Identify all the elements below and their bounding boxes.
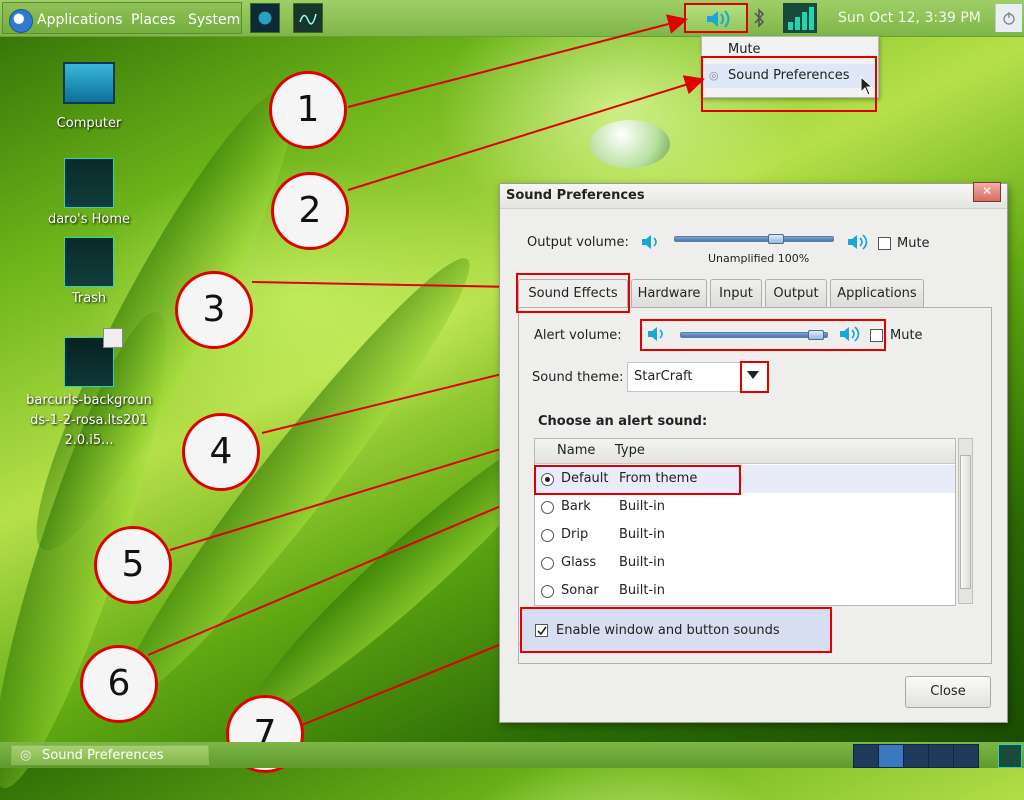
arrow-2 <box>347 75 705 191</box>
callout-4: 4 <box>182 413 260 491</box>
volume-high-icon <box>848 234 868 250</box>
arrow-6 <box>147 489 538 656</box>
alert-sound-radio[interactable] <box>541 585 554 598</box>
tab-input[interactable]: Input <box>710 279 762 307</box>
alert-sound-type: Built-in <box>619 555 666 570</box>
window-close-icon[interactable]: ✕ <box>973 182 1001 202</box>
annotation-box-default-sound <box>534 465 741 495</box>
callout-2: 2 <box>271 172 349 250</box>
annotation-box-sound-effects-tab <box>516 273 630 313</box>
alert-sound-name: Drip <box>561 527 589 542</box>
column-header-type[interactable]: Type <box>615 439 645 463</box>
alert-sound-radio[interactable] <box>541 501 554 514</box>
workspace-3[interactable] <box>903 744 929 768</box>
bottom-panel: ◎ Sound Preferences <box>0 742 1024 768</box>
annotation-box-enable-sounds <box>520 607 832 653</box>
show-desktop-icon[interactable] <box>998 744 1022 768</box>
output-volume-label: Output volume: <box>527 235 629 250</box>
output-volume-slider[interactable] <box>768 234 784 244</box>
alert-sound-type: Built-in <box>619 499 666 514</box>
output-volume-track <box>674 236 834 242</box>
sound-theme-label: Sound theme: <box>532 370 624 385</box>
alert-sound-list: Name Type Default From theme Bark Built-in D… <box>534 438 956 606</box>
output-mute-checkbox[interactable] <box>878 237 891 250</box>
workspace-4[interactable] <box>928 744 954 768</box>
output-mute-label: Mute <box>897 236 930 251</box>
alert-mute-label: Mute <box>890 328 923 343</box>
tab-hardware[interactable]: Hardware <box>631 279 707 307</box>
output-scale-caption: Unamplified 100% <box>708 252 810 265</box>
window-title: Sound Preferences <box>506 188 645 203</box>
alert-volume-label: Alert volume: <box>534 328 622 343</box>
taskbar-item-sound-preferences[interactable]: ◎ Sound Preferences <box>11 745 209 765</box>
close-button[interactable]: Close <box>905 676 991 708</box>
annotation-box-theme-dropdown <box>740 361 769 393</box>
choose-alert-heading: Choose an alert sound: <box>538 414 708 429</box>
arrow-7 <box>296 632 525 728</box>
alert-sound-radio[interactable] <box>541 529 554 542</box>
arrow-1 <box>347 14 688 108</box>
workspace-5[interactable] <box>953 744 979 768</box>
column-header-name[interactable]: Name <box>557 439 595 463</box>
sound-theme-value: StarCraft <box>634 369 693 384</box>
workspace-1[interactable] <box>853 744 879 768</box>
list-scrollbar[interactable] <box>958 438 973 604</box>
alert-sound-row[interactable]: Drip Built-in <box>535 521 955 549</box>
alert-sound-row[interactable]: Bark Built-in <box>535 493 955 521</box>
callout-1: 1 <box>269 71 347 149</box>
tab-output[interactable]: Output <box>765 279 827 307</box>
workspace-2[interactable] <box>878 744 904 768</box>
volume-low-icon <box>642 235 657 249</box>
alert-sound-name: Glass <box>561 555 597 570</box>
alert-sound-row[interactable]: Sonar Built-in <box>535 577 955 605</box>
scrollbar-thumb[interactable] <box>960 455 971 589</box>
annotation-box-alert-volume <box>640 319 886 351</box>
taskbar-app-icon: ◎ <box>20 748 32 763</box>
callout-3: 3 <box>175 271 253 349</box>
annotation-box-volume-tray <box>684 3 748 33</box>
list-header-row <box>535 439 955 464</box>
alert-sound-type: Built-in <box>619 583 666 598</box>
callout-6: 6 <box>80 645 158 723</box>
alert-sound-row[interactable]: Glass Built-in <box>535 549 955 577</box>
arrow-3 <box>251 276 520 297</box>
tab-applications[interactable]: Applications <box>830 279 924 307</box>
callout-5: 5 <box>94 526 172 604</box>
alert-sound-name: Bark <box>561 499 591 514</box>
window-titlebar[interactable]: Sound Preferences ✕ <box>500 182 1007 209</box>
alert-sound-name: Sonar <box>561 583 599 598</box>
alert-sound-type: Built-in <box>619 527 666 542</box>
alert-sound-radio[interactable] <box>541 557 554 570</box>
taskbar-item-label: Sound Preferences <box>42 748 164 763</box>
